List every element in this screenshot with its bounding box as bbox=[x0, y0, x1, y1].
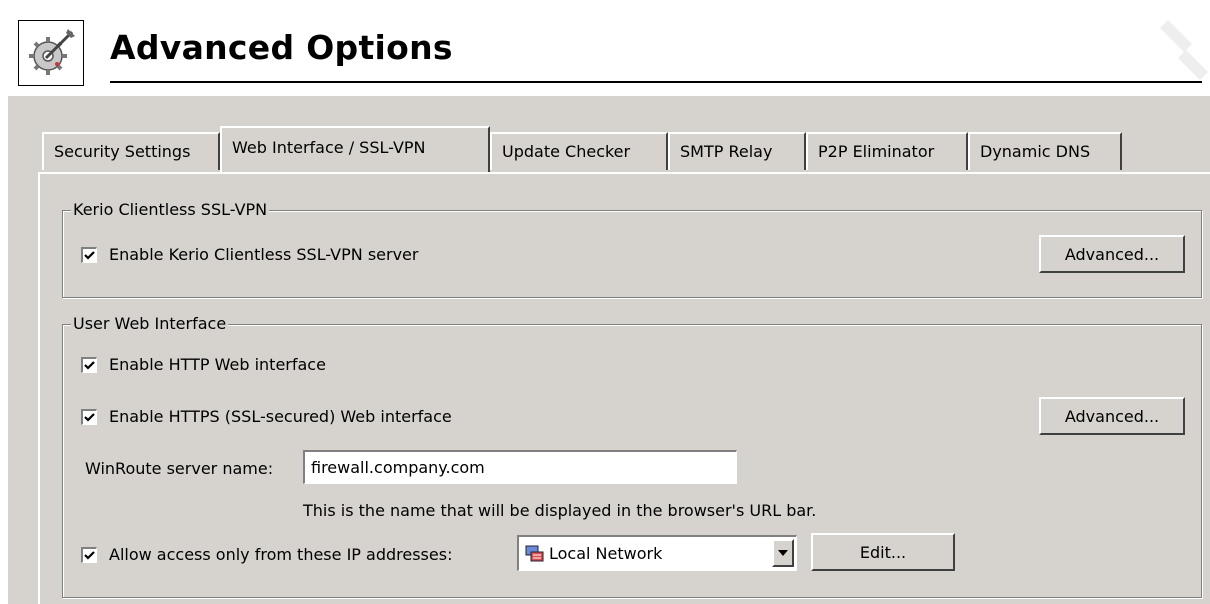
checkmark-icon bbox=[84, 250, 95, 260]
ssl-vpn-enable-checkbox[interactable] bbox=[81, 246, 97, 263]
tab-p2p-eliminator[interactable]: P2P Eliminator bbox=[806, 132, 968, 170]
dialog-content: Security Settings Web Interface / SSL-VP… bbox=[8, 96, 1210, 604]
http-enable-label: Enable HTTP Web interface bbox=[109, 355, 326, 374]
button-label: Edit... bbox=[859, 542, 907, 562]
ssl-vpn-advanced-button[interactable]: Advanced... bbox=[1039, 235, 1185, 273]
ssl-vpn-legend: Kerio Clientless SSL-VPN bbox=[71, 200, 270, 219]
tab-label: SMTP Relay bbox=[680, 142, 773, 161]
ip-group-value: Local Network bbox=[549, 544, 663, 563]
page-title: Advanced Options bbox=[110, 28, 453, 67]
ssl-vpn-group: Kerio Clientless SSL-VPN Enable Kerio Cl… bbox=[62, 200, 1202, 298]
network-icon bbox=[525, 545, 545, 563]
server-name-label: WinRoute server name: bbox=[85, 459, 274, 478]
http-enable-checkbox[interactable] bbox=[81, 356, 97, 373]
checkmark-icon bbox=[84, 550, 95, 560]
checkmark-icon bbox=[84, 412, 95, 422]
tab-dynamic-dns[interactable]: Dynamic DNS bbox=[968, 132, 1122, 170]
chevron-down-icon[interactable] bbox=[772, 539, 794, 567]
tab-security-settings[interactable]: Security Settings bbox=[42, 132, 220, 170]
tab-web-interface[interactable]: Web Interface / SSL-VPN bbox=[220, 126, 490, 172]
button-label: Advanced... bbox=[1064, 406, 1160, 426]
server-name-value: firewall.company.com bbox=[311, 458, 485, 477]
tab-label: Security Settings bbox=[54, 142, 191, 161]
tab-label: Dynamic DNS bbox=[980, 142, 1091, 161]
server-name-input[interactable]: firewall.company.com bbox=[303, 450, 737, 484]
allow-access-row: Allow access only from these IP addresse… bbox=[81, 545, 452, 564]
https-enable-label: Enable HTTPS (SSL-secured) Web interface bbox=[109, 407, 452, 426]
corner-decoration bbox=[1160, 20, 1208, 80]
allow-access-checkbox[interactable] bbox=[81, 546, 97, 563]
button-label: Advanced... bbox=[1064, 244, 1160, 264]
header-divider bbox=[110, 81, 1202, 83]
http-enable-row: Enable HTTP Web interface bbox=[81, 355, 326, 374]
server-name-hint: This is the name that will be displayed … bbox=[303, 501, 817, 520]
allow-access-label: Allow access only from these IP addresse… bbox=[109, 545, 453, 564]
edit-ip-group-button[interactable]: Edit... bbox=[811, 533, 955, 571]
user-web-interface-group: User Web Interface Enable HTTP Web inter… bbox=[62, 314, 1202, 598]
gear-wrench-icon bbox=[18, 20, 84, 86]
tab-smtp-relay[interactable]: SMTP Relay bbox=[668, 132, 806, 170]
header: Advanced Options bbox=[0, 0, 1210, 96]
tab-update-checker[interactable]: Update Checker bbox=[490, 132, 668, 170]
https-enable-row: Enable HTTPS (SSL-secured) Web interface bbox=[81, 407, 452, 426]
tab-panel: Kerio Clientless SSL-VPN Enable Kerio Cl… bbox=[38, 172, 1210, 604]
tab-label: Web Interface / SSL-VPN bbox=[232, 138, 426, 157]
https-enable-checkbox[interactable] bbox=[81, 408, 97, 425]
ssl-vpn-enable-label: Enable Kerio Clientless SSL-VPN server bbox=[109, 245, 419, 264]
tab-label: Update Checker bbox=[502, 142, 631, 161]
web-interface-advanced-button[interactable]: Advanced... bbox=[1039, 397, 1185, 435]
ip-group-select[interactable]: Local Network bbox=[517, 535, 797, 571]
user-web-interface-legend: User Web Interface bbox=[71, 314, 229, 333]
ssl-vpn-enable-row: Enable Kerio Clientless SSL-VPN server bbox=[81, 245, 418, 264]
tab-label: P2P Eliminator bbox=[818, 142, 935, 161]
checkmark-icon bbox=[84, 360, 95, 370]
